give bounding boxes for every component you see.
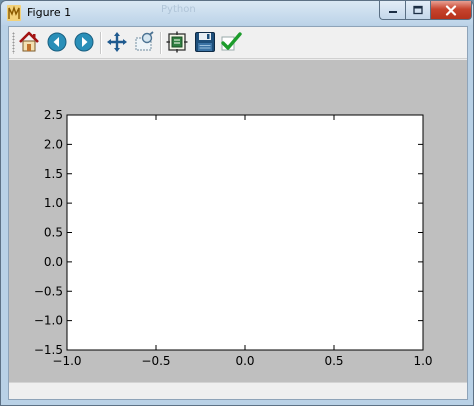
floppy-save-icon bbox=[195, 32, 215, 52]
home-icon bbox=[19, 31, 39, 52]
y-tick-label: −1.5 bbox=[34, 343, 63, 357]
back-arrow-icon bbox=[47, 32, 67, 52]
matplotlib-app-icon bbox=[7, 5, 21, 21]
y-tick-label: 0.0 bbox=[44, 255, 63, 269]
figure-canvas[interactable]: −1.0 −0.5 0.0 0.5 1.0 −1.5 −1.0 −0.5 0.0 0.5 1.0 1.… bbox=[9, 60, 467, 382]
y-tick-label: 1.0 bbox=[44, 196, 63, 210]
minimize-button[interactable] bbox=[379, 1, 405, 20]
maximize-icon bbox=[413, 5, 423, 15]
y-tick-label: 0.5 bbox=[44, 226, 63, 240]
navigation-toolbar bbox=[9, 27, 467, 59]
toolbar-separator bbox=[100, 32, 101, 54]
forward-arrow-icon bbox=[74, 32, 94, 52]
toolbar-grip[interactable] bbox=[12, 32, 15, 54]
close-button[interactable] bbox=[430, 1, 472, 20]
back-button[interactable] bbox=[45, 30, 69, 54]
maximize-button[interactable] bbox=[405, 1, 430, 20]
y-tick-label: −0.5 bbox=[34, 284, 63, 298]
title-bar[interactable]: Figure 1 Python bbox=[1, 1, 473, 25]
plot-area[interactable]: −1.0 −0.5 0.0 0.5 1.0−1.5−1.0−0.50.00.51.01.… bbox=[9, 60, 467, 382]
zoom-button[interactable] bbox=[132, 30, 156, 54]
pan-button[interactable] bbox=[105, 30, 129, 54]
pan-move-icon bbox=[107, 32, 127, 52]
y-tick-label: −1.0 bbox=[34, 314, 63, 328]
y-tick-label: 1.5 bbox=[44, 167, 63, 181]
minimize-icon bbox=[388, 11, 397, 13]
configure-subplots-icon bbox=[166, 31, 188, 53]
y-tick-label: 2.0 bbox=[44, 137, 63, 151]
x-tick-label: 0.0 bbox=[235, 354, 254, 368]
checkmark-edit-icon bbox=[221, 32, 242, 51]
window-title: Figure 1 bbox=[27, 6, 72, 19]
status-bar bbox=[9, 382, 467, 399]
toolbar-separator bbox=[160, 32, 161, 54]
figure-window: Figure 1 Python −1.0 −0.5 0.0 0.5 1.0 −1… bbox=[0, 0, 474, 406]
x-tick-label: −0.5 bbox=[141, 354, 170, 368]
zoom-rect-icon bbox=[135, 31, 154, 51]
x-tick-label: 1.0 bbox=[413, 354, 432, 368]
save-button[interactable] bbox=[193, 30, 217, 54]
figure-client-area: −1.0 −0.5 0.0 0.5 1.0 −1.5 −1.0 −0.5 0.0 0.5 1.0 1.… bbox=[8, 26, 468, 400]
axes-frame bbox=[66, 114, 424, 351]
close-icon bbox=[445, 4, 457, 16]
forward-button[interactable] bbox=[72, 30, 96, 54]
y-tick-label: 2.5 bbox=[44, 108, 63, 122]
edit-axes-button[interactable] bbox=[219, 30, 243, 54]
subplots-button[interactable] bbox=[165, 30, 189, 54]
background-window-title: Python bbox=[161, 4, 196, 15]
home-button[interactable] bbox=[17, 30, 41, 54]
x-tick-label: 0.5 bbox=[324, 354, 343, 368]
